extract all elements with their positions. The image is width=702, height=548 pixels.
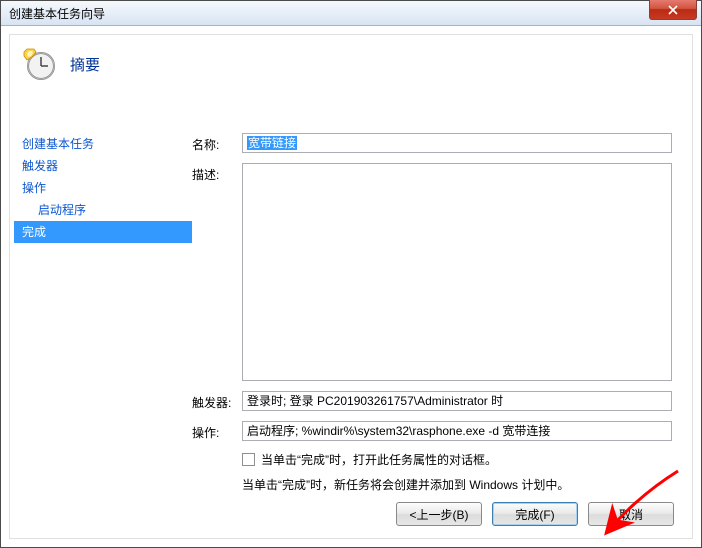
content-wrapper: 摘要 创建基本任务 触发器 操作 启动程序 完成 名称: 宽带链接 描述:	[1, 26, 701, 547]
wizard-panel: 摘要 创建基本任务 触发器 操作 启动程序 完成 名称: 宽带链接 描述:	[9, 34, 693, 539]
back-button[interactable]: <上一步(B)	[396, 502, 482, 526]
sidebar-item-start-program[interactable]: 启动程序	[14, 199, 192, 221]
sidebar-item-finish[interactable]: 完成	[14, 221, 192, 243]
open-properties-checkbox[interactable]	[242, 453, 255, 466]
trigger-label: 触发器:	[192, 391, 242, 411]
close-icon	[668, 5, 678, 15]
sidebar-item-trigger[interactable]: 触发器	[14, 155, 192, 177]
close-button[interactable]	[649, 0, 697, 20]
wizard-header: 摘要	[10, 35, 692, 99]
name-value: 宽带链接	[247, 136, 297, 150]
cancel-button[interactable]: 取消	[588, 502, 674, 526]
sidebar-item-action[interactable]: 操作	[14, 177, 192, 199]
form-area: 名称: 宽带链接 描述: 触发器: 登录时; 登录 PC201903261757…	[192, 133, 692, 493]
name-field[interactable]: 宽带链接	[242, 133, 672, 153]
open-properties-label: 当单击“完成”时，打开此任务属性的对话框。	[261, 451, 497, 468]
trigger-field: 登录时; 登录 PC201903261757\Administrator 时	[242, 391, 672, 411]
action-field: 启动程序; %windir%\system32\rasphone.exe -d …	[242, 421, 672, 441]
open-properties-checkbox-row[interactable]: 当单击“完成”时，打开此任务属性的对话框。	[242, 451, 672, 468]
sidebar-item-create-task[interactable]: 创建基本任务	[14, 133, 192, 155]
desc-label: 描述:	[192, 163, 242, 183]
finish-button[interactable]: 完成(F)	[492, 502, 578, 526]
window-title: 创建基本任务向导	[9, 5, 105, 22]
button-bar: <上一步(B) 完成(F) 取消	[396, 502, 674, 526]
finish-info-text: 当单击“完成”时，新任务将会创建并添加到 Windows 计划中。	[242, 476, 672, 493]
page-title: 摘要	[70, 54, 100, 75]
wizard-steps-sidebar: 创建基本任务 触发器 操作 启动程序 完成	[10, 133, 192, 493]
titlebar: 创建基本任务向导	[1, 1, 701, 26]
action-label: 操作:	[192, 421, 242, 441]
name-label: 名称:	[192, 133, 242, 153]
description-field[interactable]	[242, 163, 672, 381]
clock-task-icon	[22, 47, 56, 81]
